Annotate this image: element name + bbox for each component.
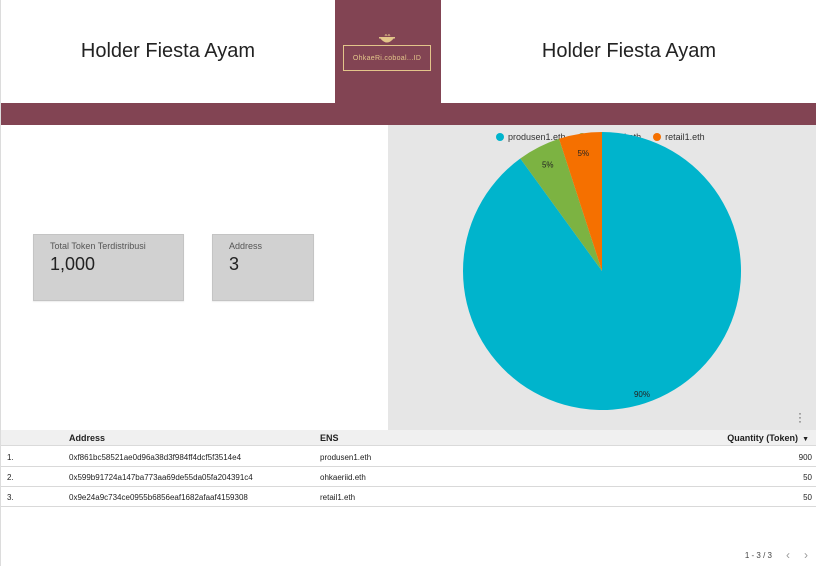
- sort-desc-icon[interactable]: ▼: [802, 436, 809, 443]
- row-address: 0x599b91724a147ba773aa69de55da05fa204391…: [69, 473, 253, 482]
- bowl-icon: [379, 34, 395, 43]
- row-ens: produsen1.eth: [320, 453, 372, 462]
- scorecard-value: 3: [229, 254, 240, 274]
- more-options-icon[interactable]: · · ·: [795, 407, 805, 427]
- scorecard-total-token[interactable]: Total Token Terdistribusi 1,000: [33, 234, 184, 301]
- column-header-quantity-label: Quantity (Token): [727, 433, 799, 443]
- pie-chart: 90% 5% 5%: [462, 132, 741, 410]
- pie-data-label: 5%: [578, 149, 590, 158]
- pager-range: 1 - 3 / 3: [744, 550, 772, 560]
- table-row[interactable]: 3. 0x9e24a9c734ce0955b6856eaf1682afaaf41…: [1, 487, 816, 507]
- table-row[interactable]: 1. 0xf861bc58521ae0d96a38d3f984ff4dcf5f3…: [1, 447, 816, 467]
- scorecard-label: Total Token Terdistribusi: [50, 241, 146, 251]
- row-address: 0xf861bc58521ae0d96a38d3f984ff4dcf5f3514…: [69, 453, 242, 462]
- logo-text: OhkaeRi.coboal...ID: [352, 54, 422, 62]
- pie-chart-panel[interactable]: produsen1.eth ohkaeriid.eth retail1.eth …: [388, 125, 816, 430]
- table-row[interactable]: 2. 0x599b91724a147ba773aa69de55da05fa204…: [1, 467, 816, 487]
- scorecard-address[interactable]: Address 3: [212, 234, 314, 301]
- row-quantity: 900: [798, 453, 812, 462]
- row-quantity: 50: [803, 493, 812, 502]
- header-band: [1, 103, 816, 125]
- page-title-left: Holder Fiesta Ayam: [80, 40, 256, 62]
- table-header: Address ENS Quantity (Token) ▼: [1, 430, 816, 446]
- scorecard-label: Address: [229, 241, 263, 251]
- chevron-left-icon[interactable]: ‹: [786, 548, 790, 562]
- row-address: 0x9e24a9c734ce0955b6856eaf1682afaaf41593…: [69, 493, 248, 502]
- pie-data-label: 5%: [542, 160, 554, 169]
- column-header-ens[interactable]: ENS: [320, 433, 339, 443]
- row-ens: retail1.eth: [320, 493, 356, 502]
- scorecard-value: 1,000: [50, 254, 96, 274]
- column-header-address[interactable]: Address: [69, 433, 105, 443]
- chevron-right-icon[interactable]: ›: [804, 548, 808, 562]
- row-number: 2.: [7, 473, 14, 482]
- page-title-right: Holder Fiesta Ayam: [541, 40, 717, 62]
- logo: OhkaeRi.coboal...ID: [335, 0, 441, 103]
- logo-frame: OhkaeRi.coboal...ID: [343, 45, 431, 71]
- row-number: 3.: [7, 493, 14, 502]
- table-pager: 1 - 3 / 3 ‹ ›: [745, 548, 808, 562]
- row-quantity: 50: [803, 473, 812, 482]
- dashboard: Holder Fiesta Ayam OhkaeRi.coboal...ID H…: [0, 0, 816, 566]
- row-ens: ohkaeriid.eth: [320, 473, 366, 482]
- pie-data-label: 90%: [634, 390, 650, 399]
- header: Holder Fiesta Ayam OhkaeRi.coboal...ID H…: [1, 0, 816, 103]
- column-header-quantity[interactable]: Quantity (Token) ▼: [727, 433, 809, 443]
- row-number: 1.: [7, 453, 14, 462]
